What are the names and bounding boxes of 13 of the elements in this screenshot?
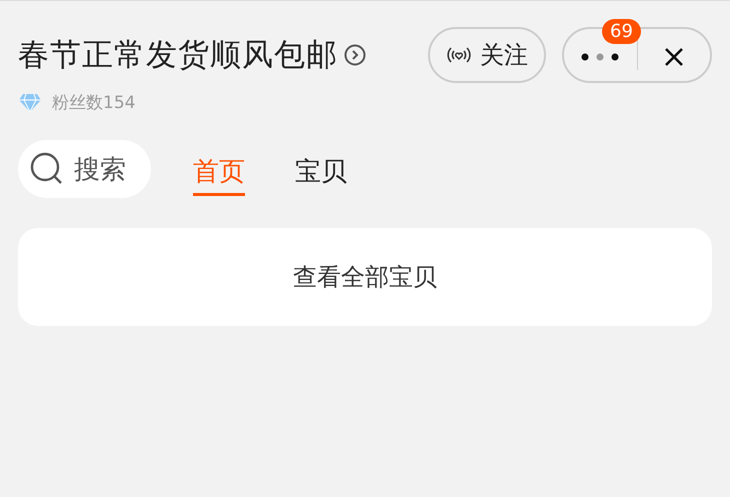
fans-count: 粉丝数154 — [52, 92, 136, 114]
follow-button[interactable]: 关注 — [428, 27, 546, 83]
more-dots-icon — [581, 53, 620, 61]
search-icon — [30, 152, 64, 186]
view-all-items-button[interactable]: 查看全部宝贝 — [18, 228, 712, 326]
close-icon — [664, 47, 684, 67]
broadcast-heart-icon — [446, 45, 472, 65]
diamond-icon — [18, 92, 42, 112]
notification-badge: 69 — [602, 19, 641, 44]
tab[interactable]: 宝贝 — [295, 154, 347, 196]
shop-title: 春节正常发货顺风包邮 — [18, 36, 338, 75]
chevron-circle-icon[interactable] — [344, 44, 366, 66]
search-button[interactable]: 搜索 — [18, 140, 151, 198]
